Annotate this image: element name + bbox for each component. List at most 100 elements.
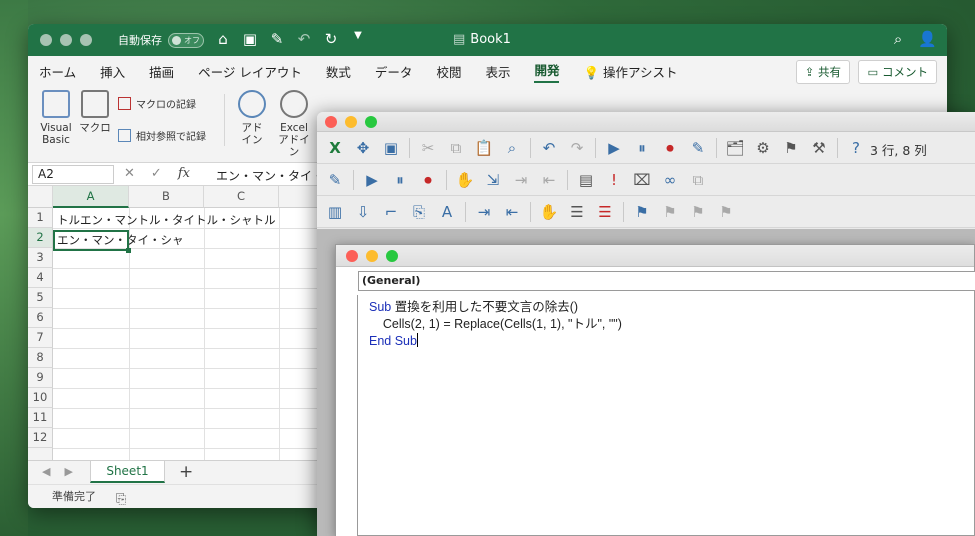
column-header-b[interactable]: B	[129, 186, 204, 208]
row-header[interactable]: 9	[28, 368, 53, 388]
toggle-breakpoint-icon[interactable]: ✋	[451, 170, 479, 190]
find-icon[interactable]: ⌕	[498, 138, 526, 158]
design-mode-icon[interactable]: ✎	[684, 138, 712, 158]
comment-button[interactable]: ▭ コメント	[858, 60, 937, 84]
row-header[interactable]: 5	[28, 288, 53, 308]
row-header[interactable]: 1	[28, 208, 53, 228]
close-button[interactable]	[346, 250, 358, 262]
share-button[interactable]: ⇪ 共有	[795, 60, 850, 84]
tab-review[interactable]: 校閲	[436, 62, 461, 81]
search-icon[interactable]: ⌕	[894, 30, 902, 48]
row-header[interactable]	[28, 448, 53, 460]
next-bookmark-icon[interactable]: ⚑	[656, 202, 684, 222]
fill-handle[interactable]	[126, 248, 131, 253]
indent-icon[interactable]: ⇥	[470, 202, 498, 222]
object-dropdown[interactable]: (General)	[358, 271, 975, 291]
parameter-info-icon[interactable]: ⎘	[405, 202, 433, 222]
project-explorer-icon[interactable]: 🗂	[721, 138, 749, 158]
redo-icon[interactable]: ↷	[563, 138, 591, 158]
sheet-next-icon[interactable]: ▶	[64, 465, 72, 478]
minimize-button[interactable]	[60, 34, 72, 46]
home-icon[interactable]: ⌂	[214, 30, 232, 48]
immediate-window-icon[interactable]: !	[600, 170, 628, 190]
tab-page-layout[interactable]: ページ レイアウト	[198, 62, 302, 81]
column-header-c[interactable]: C	[204, 186, 279, 208]
call-stack-icon[interactable]: ⧉	[684, 170, 712, 190]
add-sheet-icon[interactable]: +	[179, 462, 193, 482]
tab-data[interactable]: データ	[375, 62, 413, 81]
undo-icon[interactable]: ↶	[295, 30, 313, 48]
close-button[interactable]	[325, 116, 337, 128]
run-icon[interactable]: ▶	[600, 138, 628, 158]
tab-formulas[interactable]: 数式	[326, 62, 351, 81]
tab-home[interactable]: ホーム	[39, 62, 76, 81]
autosave-toggle[interactable]: オフ	[168, 32, 204, 48]
tab-draw[interactable]: 描画	[149, 62, 174, 81]
relative-reference-button[interactable]: 相対参照で記録	[118, 128, 206, 143]
visual-basic-button[interactable]: Visual Basic	[36, 90, 76, 146]
toggle-bookmark-icon[interactable]: ⚑	[628, 202, 656, 222]
record-macro-button[interactable]: マクロの記録	[118, 96, 196, 111]
row-header[interactable]: 6	[28, 308, 53, 328]
sheet-prev-icon[interactable]: ◀	[42, 465, 50, 478]
undo-icon[interactable]: ↶	[535, 138, 563, 158]
break-icon[interactable]: ⏸	[628, 138, 656, 158]
object-browser-icon[interactable]: ⚑	[777, 138, 805, 158]
redo-icon[interactable]: ↻	[322, 30, 340, 48]
insert-module-icon[interactable]: ✥	[349, 138, 377, 158]
row-header[interactable]: 4	[28, 268, 53, 288]
row-header[interactable]: 7	[28, 328, 53, 348]
row-header[interactable]: 2	[28, 228, 53, 248]
clear-bookmarks-icon[interactable]: ⚑	[712, 202, 740, 222]
row-header[interactable]: 11	[28, 408, 53, 428]
tab-insert[interactable]: 挿入	[100, 62, 125, 81]
paste-icon[interactable]: 📋	[470, 138, 498, 158]
select-all-corner[interactable]	[28, 186, 53, 208]
code-editor[interactable]: Sub 置換を利用した不要文言の除去() Cells(2, 1) = Repla…	[369, 299, 622, 350]
minimize-button[interactable]	[366, 250, 378, 262]
row-header[interactable]: 3	[28, 248, 53, 268]
step-over-icon[interactable]: ⇥	[507, 170, 535, 190]
step-out-icon[interactable]: ⇤	[535, 170, 563, 190]
outdent-icon[interactable]: ⇤	[498, 202, 526, 222]
cut-icon[interactable]: ✂	[414, 138, 442, 158]
insert-function-icon[interactable]: fx	[178, 166, 190, 181]
row-header[interactable]: 12	[28, 428, 53, 448]
minimize-button[interactable]	[345, 116, 357, 128]
tab-developer[interactable]: 開発	[534, 60, 560, 83]
tab-tell-me[interactable]: 💡 操作アシスト	[583, 62, 677, 81]
row-header[interactable]: 10	[28, 388, 53, 408]
excel-addins-button[interactable]: Excel アドイン	[274, 90, 314, 158]
copy-icon[interactable]: ⧉	[442, 138, 470, 158]
toolbox-icon[interactable]: ⚒	[805, 138, 833, 158]
step-into-icon[interactable]: ⇲	[479, 170, 507, 190]
column-header-a[interactable]: A	[53, 186, 129, 208]
quick-info-icon[interactable]: ⌐	[377, 202, 405, 222]
quick-watch-icon[interactable]: ∞	[656, 170, 684, 190]
save-icon[interactable]: ▣	[377, 138, 405, 158]
tab-view[interactable]: 表示	[485, 62, 510, 81]
help-icon[interactable]: ?	[842, 138, 870, 158]
cell-a1[interactable]: トルエン・マントル・タイトル・シャトル	[57, 212, 276, 228]
sheet-tab-sheet1[interactable]: Sheet1	[90, 461, 165, 483]
addins-button[interactable]: アド イン	[234, 90, 270, 146]
list-properties-icon[interactable]: ▥	[321, 202, 349, 222]
previous-bookmark-icon[interactable]: ⚑	[684, 202, 712, 222]
uncomment-block-icon[interactable]: ☰	[591, 202, 619, 222]
code-margin[interactable]	[336, 295, 358, 536]
locals-window-icon[interactable]: ▤	[572, 170, 600, 190]
row-header[interactable]: 8	[28, 348, 53, 368]
complete-word-icon[interactable]: A	[433, 202, 461, 222]
reset-icon[interactable]: ⏺	[414, 170, 442, 190]
break-icon[interactable]: ⏸	[386, 170, 414, 190]
close-button[interactable]	[40, 34, 52, 46]
active-cell-selection[interactable]	[53, 230, 131, 253]
zoom-button[interactable]	[365, 116, 377, 128]
zoom-button[interactable]	[386, 250, 398, 262]
macro-button[interactable]: マクロ	[78, 90, 112, 134]
view-excel-icon[interactable]: X	[321, 138, 349, 158]
comment-block-icon[interactable]: ☰	[563, 202, 591, 222]
enter-icon[interactable]: ✓	[151, 166, 162, 181]
zoom-button[interactable]	[80, 34, 92, 46]
cancel-icon[interactable]: ✕	[124, 166, 135, 181]
